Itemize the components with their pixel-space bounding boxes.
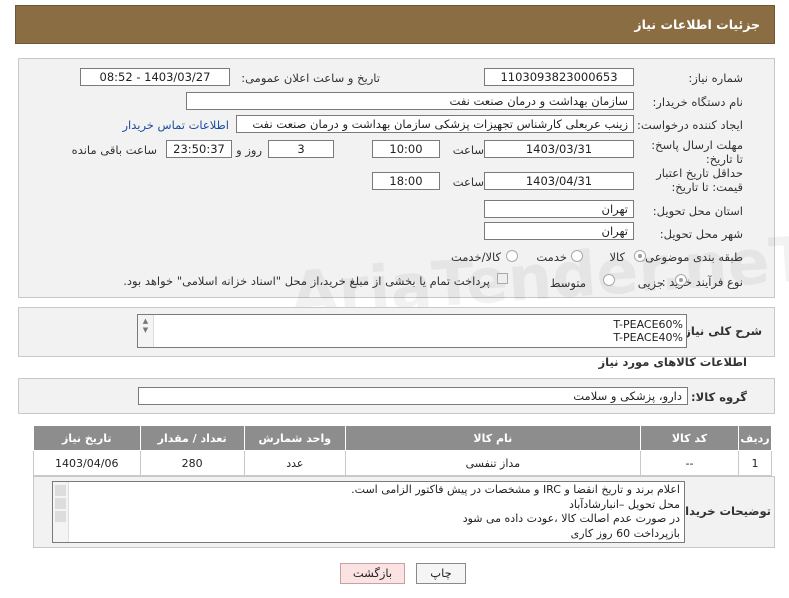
price-date-field: 1403/04/31 (484, 172, 634, 190)
col-row: ردیف (738, 425, 772, 451)
city-label: شهر محل تحویل: (659, 227, 743, 241)
city-field: تهران (484, 222, 634, 240)
buyer-org-label: نام دستگاه خریدار: (652, 95, 743, 109)
buyer-note-line-3: در صورت عدم اصالت کالا ،عودت داده می شود (462, 512, 680, 525)
goods-table-header: ردیف کد کالا نام کالا واحد شمارش تعداد /… (33, 425, 772, 451)
price-time-label: ساعت (452, 175, 484, 189)
col-code: کد کالا (639, 425, 740, 451)
province-field: تهران (484, 200, 634, 218)
page-title: جزئیات اطلاعات نیاز (634, 17, 760, 32)
reply-deadline-label: مهلت ارسال پاسخ: تا تاریخ: (651, 138, 743, 166)
cell-row: 1 (738, 450, 772, 476)
process-type-label: نوع فرآیند خرید : (661, 275, 743, 289)
category-goods-service-label: کالا/خدمت (450, 250, 501, 264)
contact-info-link[interactable]: اطلاعات تماس خریدار (122, 118, 229, 132)
summary-textarea[interactable]: ▲ ▼ T-PEACE60% T-PEACE40% (137, 314, 687, 348)
category-goods-service-radio[interactable] (506, 250, 518, 262)
creator-field: زینب عربعلی کارشناس تجهیزات پزشکی سازمان… (236, 115, 634, 133)
buyer-notes-label: توضیحات خریدار: (673, 504, 771, 518)
buyer-notes-textarea[interactable]: اعلام برند و تاریخ انقضا و IRC و مشخصات … (52, 481, 685, 543)
announce-date-field: 1403/03/27 - 08:52 (80, 68, 230, 86)
need-number-field: 1103093823000653 (484, 68, 634, 86)
goods-group-field: دارو، پزشکی و سلامت (138, 387, 688, 405)
category-service-label: خدمت (536, 250, 567, 264)
reply-date-field: 1403/03/31 (484, 140, 634, 158)
price-deadline-label: حداقل تاریخ اعتبار قیمت: تا تاریخ: (656, 166, 743, 194)
col-unit: واحد شمارش (243, 425, 346, 451)
buyer-org-field: سازمان بهداشت و درمان صنعت نفت (186, 92, 634, 110)
cell-unit: عدد (243, 450, 346, 476)
summary-line-2: T-PEACE40% (613, 331, 683, 344)
treasury-payment-note: پرداخت تمام یا بخشی از مبلغ خرید،از محل … (123, 274, 490, 288)
province-label: استان محل تحویل: (652, 204, 743, 218)
category-service-radio[interactable] (571, 250, 583, 262)
creator-label: ایجاد کننده درخواست: (637, 118, 743, 132)
summary-scrollbar[interactable]: ▲ ▼ (138, 315, 154, 347)
goods-table: ردیف کد کالا نام کالا واحد شمارش تعداد /… (33, 425, 772, 476)
summary-line-1: T-PEACE60% (613, 318, 683, 331)
col-name: نام کالا (344, 425, 641, 451)
buyer-note-line-2: محل تحویل –انبارشادآباد (569, 497, 680, 511)
days-field: 3 (268, 140, 334, 158)
category-goods-radio[interactable] (634, 250, 646, 262)
cell-code: -- (639, 450, 740, 476)
reply-time-label: ساعت (452, 143, 484, 157)
cell-qty: 280 (139, 450, 245, 476)
col-qty: تعداد / مقدار (139, 425, 245, 451)
print-button[interactable]: چاپ (416, 563, 466, 584)
category-label: طبقه بندی موضوعی: (641, 250, 743, 264)
goods-group-label: گروه کالا: (691, 390, 747, 404)
table-row: 1 -- مداز تنفسی عدد 280 1403/04/06 (33, 450, 772, 476)
buyer-note-line-1: اعلام برند و تاریخ انقضا و IRC و مشخصات … (351, 483, 680, 496)
page-header: جزئیات اطلاعات نیاز (15, 5, 775, 44)
back-button[interactable]: بازگشت (340, 563, 405, 584)
summary-label: شرح کلی نیاز: (679, 324, 762, 338)
remaining-time-label: ساعت باقی مانده (71, 143, 157, 157)
goods-section-title: اطلاعات کالاهای مورد نیاز (598, 355, 747, 369)
cell-name: مداز تنفسی (344, 450, 641, 476)
category-goods-label: کالا (609, 250, 625, 264)
process-minor-label: جزیی (637, 276, 664, 290)
need-number-label: شماره نیاز: (688, 71, 743, 85)
process-minor-radio[interactable] (675, 274, 687, 286)
process-medium-radio[interactable] (603, 274, 615, 286)
days-label: روز و (236, 143, 262, 157)
process-medium-label: متوسط (549, 276, 586, 290)
col-date: تاریخ نیاز (33, 425, 141, 451)
price-time-field: 18:00 (372, 172, 440, 190)
reply-time-field: 10:00 (372, 140, 440, 158)
cell-date: 1403/04/06 (33, 450, 141, 476)
treasury-payment-checkbox[interactable] (497, 273, 508, 284)
buyer-note-line-4: بازپرداخت 60 روز کاری (570, 526, 680, 540)
remaining-time-field: 23:50:37 (166, 140, 232, 158)
buyer-notes-scrollbar[interactable] (53, 482, 69, 542)
announce-date-label: تاریخ و ساعت اعلان عمومی: (241, 71, 380, 85)
